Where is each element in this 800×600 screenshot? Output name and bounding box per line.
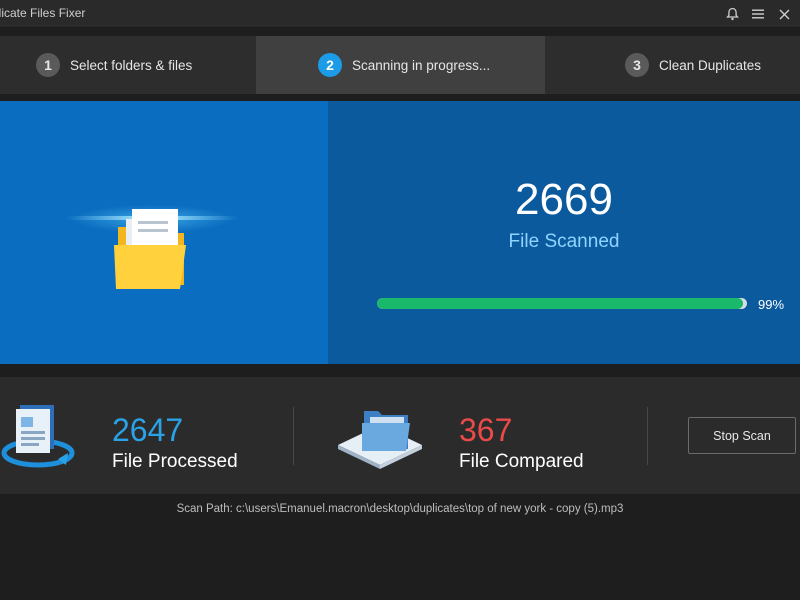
files-compared-label: File Compared (459, 451, 584, 472)
files-processed-label: File Processed (112, 451, 238, 472)
scan-progress-bar (377, 298, 747, 309)
stats-row: 2647 File Processed 367 File Compared St… (0, 377, 800, 494)
files-scanned-count: 2669 (515, 175, 613, 224)
step-label: Scanning in progress... (352, 57, 491, 73)
folder-scan-icon (62, 201, 242, 291)
scan-panel: 2669 File Scanned 99% (0, 101, 800, 364)
title-bar: plicate Files Fixer (0, 0, 800, 28)
scan-path: Scan Path: c:\users\Emanuel.macron\deskt… (0, 503, 800, 515)
scan-path-value: c:\users\Emanuel.macron\desktop\duplicat… (236, 503, 624, 515)
step-clean-duplicates[interactable]: 3 Clean Duplicates (625, 36, 800, 94)
stats-divider (293, 407, 294, 465)
files-scanned-label: File Scanned (508, 231, 620, 252)
bell-icon[interactable] (722, 4, 742, 24)
file-compared-icon (334, 401, 426, 473)
step-number: 1 (36, 53, 60, 77)
stats-divider (647, 407, 648, 465)
close-icon[interactable] (774, 4, 794, 24)
scan-progress-fill (377, 298, 744, 309)
step-label: Clean Duplicates (659, 57, 762, 73)
scan-progress-percent: 99% (758, 297, 785, 312)
scan-progress-panel: 2669 File Scanned 99% (328, 101, 800, 364)
window-title: plicate Files Fixer (0, 6, 86, 20)
steps-bar: 1 Select folders & files 2 Scanning in p… (0, 36, 800, 94)
stop-scan-button[interactable]: Stop Scan (688, 417, 796, 454)
step-number: 2 (318, 53, 342, 77)
files-processed-count: 2647 (112, 412, 184, 448)
files-compared-count: 367 (459, 412, 513, 448)
menu-icon[interactable] (748, 4, 768, 24)
scan-path-label: Scan Path: (176, 503, 233, 515)
file-processed-icon (0, 401, 80, 473)
step-scanning[interactable]: 2 Scanning in progress... (256, 36, 545, 94)
step-select-folders[interactable]: 1 Select folders & files (36, 36, 256, 94)
step-number: 3 (625, 53, 649, 77)
step-label: Select folders & files (70, 57, 193, 73)
scan-illustration-panel (0, 101, 328, 364)
